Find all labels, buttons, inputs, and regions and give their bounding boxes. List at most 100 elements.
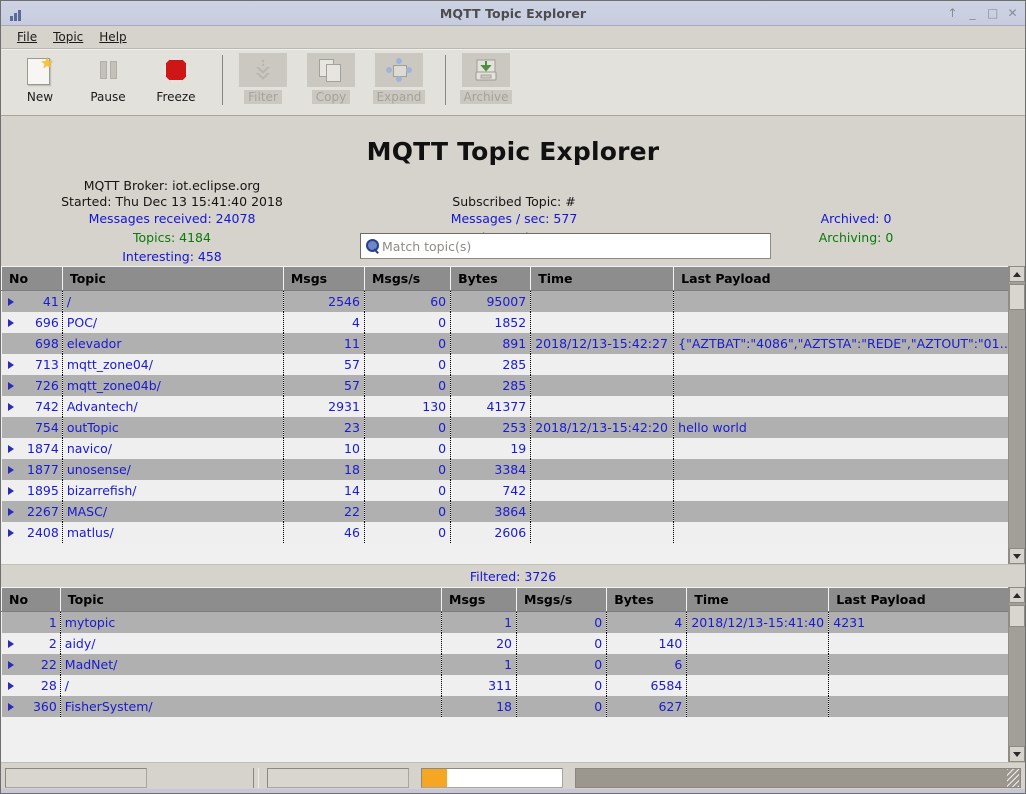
close-button[interactable]: ✕ [1007,6,1018,20]
toolbar-separator-2 [445,55,446,105]
scroll-down-button[interactable] [1009,746,1025,762]
filtered-col-topic[interactable]: Topic [60,587,443,612]
pause-button[interactable]: Pause [77,53,139,104]
table-row[interactable]: 696 POC/4 0 1852 [1,312,1025,333]
topics-vertical-scrollbar[interactable] [1008,266,1025,564]
filtered-col-payload[interactable]: Last Payload [828,587,1025,612]
table-row[interactable]: 1895 bizarrefish/14 0 742 [1,480,1025,501]
row-topic-cell: navico/ [62,438,284,459]
row-number-cell[interactable]: 1874 [1,438,63,459]
row-number-cell[interactable]: 2 [1,633,61,654]
expand-triangle-icon[interactable] [7,360,14,369]
topics-col-payload[interactable]: Last Payload [673,266,1025,291]
scroll-up-button[interactable] [1009,266,1025,282]
topics-col-topic[interactable]: Topic [62,266,284,291]
table-row[interactable]: 1874 navico/10 0 19 [1,438,1025,459]
table-row[interactable]: 754 outTopic 23 0 253 2018/12/13-15:42:20 hell… [1,417,1025,438]
table-row[interactable]: 1877 unosense/18 0 3384 [1,459,1025,480]
filter-button[interactable]: Filter [232,53,294,104]
expand-triangle-icon[interactable] [7,702,14,711]
expand-button[interactable]: Expand [368,53,430,104]
expand-triangle-icon[interactable] [7,528,14,537]
expand-triangle-icon[interactable] [7,297,14,306]
table-row[interactable]: 2408 matlus/46 0 2606 [1,522,1025,543]
table-row[interactable]: 2267 MASC/22 0 3864 [1,501,1025,522]
freeze-button[interactable]: Freeze [145,53,207,104]
menu-item-help[interactable]: Help [91,28,134,46]
filtered-col-bytes[interactable]: Bytes [606,587,688,612]
topics-col-no[interactable]: No [1,266,63,291]
menu-item-topic[interactable]: Topic [45,28,91,46]
row-msgs-cell: 1 [441,611,518,633]
row-number-cell[interactable]: 1877 [1,459,63,480]
table-row[interactable]: 698 elevador 11 0 891 2018/12/13-15:42:27 {"AZ… [1,333,1025,354]
scroll-up-button[interactable] [1009,587,1025,603]
row-number-cell[interactable]: 28 [1,675,61,696]
row-number-label: 1895 [27,483,59,498]
filtered-col-time[interactable]: Time [686,587,830,612]
table-row[interactable]: 360 FisherSystem/18 0 627 [1,696,1025,717]
search-input[interactable]: Match topic(s) [360,233,771,259]
row-number-cell[interactable]: 698 [1,333,63,354]
scroll-down-button[interactable] [1009,548,1025,564]
row-number-label: 698 [34,336,59,351]
archive-button[interactable]: Archive [455,53,517,104]
copy-button-label: Copy [311,90,351,104]
expand-triangle-icon[interactable] [7,660,14,669]
topics-col-time[interactable]: Time [530,266,675,291]
scroll-thumb[interactable] [1009,284,1025,310]
row-number-cell[interactable]: 2267 [1,501,63,522]
freeze-button-label: Freeze [156,90,196,104]
expand-triangle-icon[interactable] [7,381,14,390]
row-time-cell [530,375,675,396]
expand-triangle-icon[interactable] [7,486,14,495]
row-msgs-per-sec-cell: 0 [364,354,452,375]
expand-triangle-icon[interactable] [7,444,14,453]
row-number-cell[interactable]: 2408 [1,522,63,543]
expand-triangle-icon[interactable] [7,639,14,648]
new-button[interactable]: ★ New [9,53,71,105]
row-number-cell[interactable]: 713 [1,354,63,375]
topics-table: No Topic Msgs Msgs/s Bytes Time Last Pay… [1,266,1025,564]
progress-bar-fill [422,769,448,787]
row-number-cell[interactable]: 1 [1,611,61,633]
table-row[interactable]: 726 mqtt_zone04b/57 0 285 [1,375,1025,396]
table-row[interactable]: 2 aidy/20 0 140 [1,633,1025,654]
search-magnifier-icon [364,238,382,254]
row-number-label: 1874 [27,441,59,456]
maximize-button[interactable]: □ [987,6,998,20]
menu-item-file[interactable]: File [9,28,45,46]
row-number-cell[interactable]: 754 [1,417,63,438]
expand-triangle-icon[interactable] [7,465,14,474]
row-number-cell[interactable]: 360 [1,696,61,717]
table-row[interactable]: 1 mytopic 1 0 4 2018/12/13-15:41:40 4231 [1,611,1025,633]
row-number-cell[interactable]: 696 [1,312,63,333]
filtered-col-no[interactable]: No [1,587,61,612]
expand-triangle-icon[interactable] [7,318,14,327]
filtered-vertical-scrollbar[interactable] [1008,587,1025,762]
topics-col-bytes[interactable]: Bytes [450,266,532,291]
row-number-cell[interactable]: 742 [1,396,63,417]
topics-table-header-row: No Topic Msgs Msgs/s Bytes Time Last Pay… [1,266,1025,291]
minimize-button[interactable]: _ [967,6,978,20]
topics-col-msgs[interactable]: Msgs [283,266,365,291]
scroll-thumb[interactable] [1009,605,1025,627]
copy-button[interactable]: Copy [300,53,362,104]
row-number-cell[interactable]: 726 [1,375,63,396]
restore-up-button[interactable]: ↑ [947,6,958,20]
expand-triangle-icon[interactable] [7,507,14,516]
row-number-cell[interactable]: 1895 [1,480,63,501]
table-row[interactable]: 41/2546 60 95007 [1,290,1025,312]
table-row[interactable]: 28/311 0 6584 [1,675,1025,696]
table-row[interactable]: 742 Advantech/2931 130 41377 [1,396,1025,417]
filtered-col-msgs-per-sec[interactable]: Msgs/s [516,587,608,612]
filtered-col-msgs[interactable]: Msgs [441,587,518,612]
table-row[interactable]: 713 mqtt_zone04/57 0 285 [1,354,1025,375]
resize-grip-icon[interactable] [1007,769,1019,787]
row-number-cell[interactable]: 41 [1,290,63,312]
table-row[interactable]: 22 MadNet/1 0 6 [1,654,1025,675]
expand-triangle-icon[interactable] [7,402,14,411]
expand-triangle-icon[interactable] [7,681,14,690]
row-number-cell[interactable]: 22 [1,654,61,675]
topics-col-msgs-per-sec[interactable]: Msgs/s [364,266,452,291]
